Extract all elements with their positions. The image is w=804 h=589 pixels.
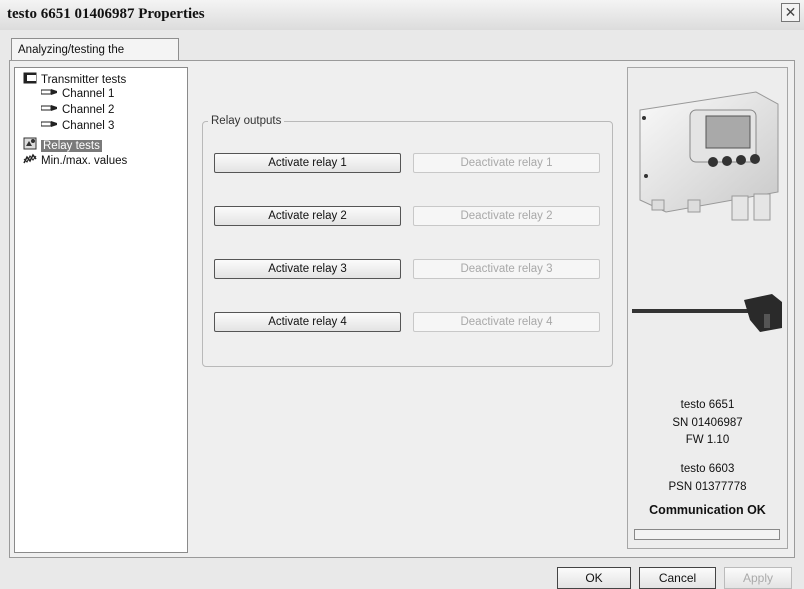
activate-relay-3-button[interactable]: Activate relay 3 xyxy=(214,259,401,279)
deactivate-relay-3-button[interactable]: Deactivate relay 3 xyxy=(413,259,600,279)
device-panel xyxy=(627,67,788,549)
chart-icon xyxy=(23,153,37,169)
tree-item-label: Channel 3 xyxy=(62,120,115,133)
tree-item-label: Transmitter tests xyxy=(41,74,127,87)
serial-number: SN 01406987 xyxy=(672,417,743,429)
apply-button[interactable]: Apply xyxy=(724,567,792,589)
tree-item-min-max-values[interactable]: Min./max. values xyxy=(23,153,127,167)
firmware-version: FW 1.10 xyxy=(685,434,730,446)
tree-item-transmitter-tests[interactable]: Transmitter tests xyxy=(23,72,126,86)
tree-item-label: Channel 2 xyxy=(62,104,115,117)
title-bar: testo 6651 01406987 Properties ✕ xyxy=(0,0,804,30)
relay-icon xyxy=(23,137,37,154)
relay-outputs-label: Relay outputs xyxy=(208,115,285,127)
tree-item-label: Relay tests xyxy=(41,139,102,152)
cancel-button[interactable]: Cancel xyxy=(639,567,716,589)
probe-image xyxy=(632,294,782,332)
activate-relay-2-button[interactable]: Activate relay 2 xyxy=(214,206,401,226)
device-model: testo 6651 xyxy=(680,399,735,411)
progress-bar xyxy=(634,529,780,540)
tree-item-relay-tests[interactable]: Relay tests xyxy=(23,137,102,154)
activate-relay-1-button[interactable]: Activate relay 1 xyxy=(214,153,401,173)
activate-relay-4-button[interactable]: Activate relay 4 xyxy=(214,312,401,332)
window-title: testo 6651 01406987 Properties xyxy=(7,6,205,22)
close-button[interactable]: ✕ xyxy=(781,3,800,22)
transmitter-image xyxy=(639,91,779,221)
probe-serial-number: PSN 01377778 xyxy=(668,481,747,493)
probe-model: testo 6603 xyxy=(680,463,735,475)
probe-icon xyxy=(40,103,58,117)
tree-item-label: Min./max. values xyxy=(41,155,128,168)
transmitter-icon xyxy=(23,72,37,88)
navigation-tree: Transmitter tests Channel 1 Channel 2 Ch… xyxy=(14,67,188,553)
probe-icon xyxy=(40,87,58,101)
communication-status: Communication OK xyxy=(649,503,766,517)
tree-item-channel-3[interactable]: Channel 3 xyxy=(40,119,115,133)
deactivate-relay-4-button[interactable]: Deactivate relay 4 xyxy=(413,312,600,332)
probe-icon xyxy=(40,119,58,133)
deactivate-relay-1-button[interactable]: Deactivate relay 1 xyxy=(413,153,600,173)
tab-analyzing-testing[interactable]: Analyzing/testing the transmitter xyxy=(11,38,179,78)
deactivate-relay-2-button[interactable]: Deactivate relay 2 xyxy=(413,206,600,226)
tree-item-label: Channel 1 xyxy=(62,88,115,101)
tree-item-channel-1[interactable]: Channel 1 xyxy=(40,87,115,101)
ok-button[interactable]: OK xyxy=(557,567,631,589)
tree-item-channel-2[interactable]: Channel 2 xyxy=(40,103,115,117)
